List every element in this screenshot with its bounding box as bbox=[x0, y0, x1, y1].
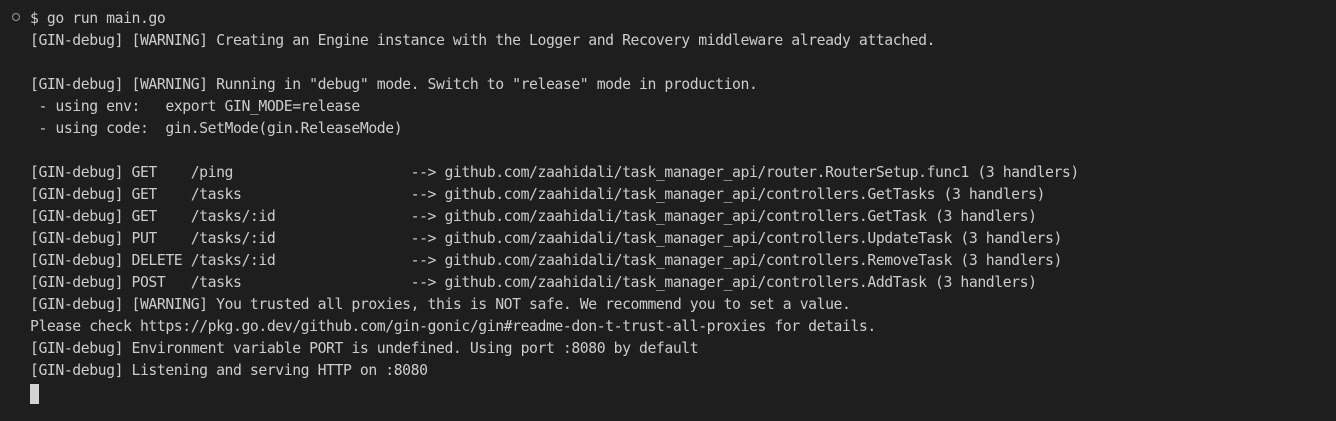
command-status-circle-icon[interactable] bbox=[12, 13, 20, 21]
route-line: [GIN-debug] DELETE /tasks/:id --> github… bbox=[30, 252, 1062, 269]
terminal-output-line: Please check https://pkg.go.dev/github.c… bbox=[30, 318, 876, 335]
terminal-command-line: $ go run main.go bbox=[30, 10, 166, 27]
terminal-output-line: [GIN-debug] Environment variable PORT is… bbox=[30, 340, 699, 357]
route-line: [GIN-debug] GET /tasks --> github.com/za… bbox=[30, 186, 1046, 203]
terminal-output-line: - using env: export GIN_MODE=release bbox=[30, 98, 360, 115]
terminal-cursor[interactable] bbox=[30, 384, 39, 404]
terminal-input-line[interactable] bbox=[30, 382, 1079, 404]
route-line: [GIN-debug] POST /tasks --> github.com/z… bbox=[30, 274, 1037, 291]
terminal-output-line: - using code: gin.SetMode(gin.ReleaseMod… bbox=[30, 120, 403, 137]
terminal-panel[interactable]: $ go run main.go [GIN-debug] [WARNING] C… bbox=[0, 0, 1336, 421]
route-line: [GIN-debug] GET /ping --> github.com/zaa… bbox=[30, 164, 1079, 181]
route-line: [GIN-debug] PUT /tasks/:id --> github.co… bbox=[30, 230, 1062, 247]
terminal-output-line: [GIN-debug] [WARNING] Running in "debug"… bbox=[30, 76, 758, 93]
terminal-output: $ go run main.go [GIN-debug] [WARNING] C… bbox=[30, 8, 1079, 404]
terminal-output-line: [GIN-debug] Listening and serving HTTP o… bbox=[30, 362, 428, 379]
terminal-output-line: [GIN-debug] [WARNING] Creating an Engine… bbox=[30, 32, 936, 49]
terminal-output-line: [GIN-debug] [WARNING] You trusted all pr… bbox=[30, 296, 851, 313]
route-line: [GIN-debug] GET /tasks/:id --> github.co… bbox=[30, 208, 1037, 225]
